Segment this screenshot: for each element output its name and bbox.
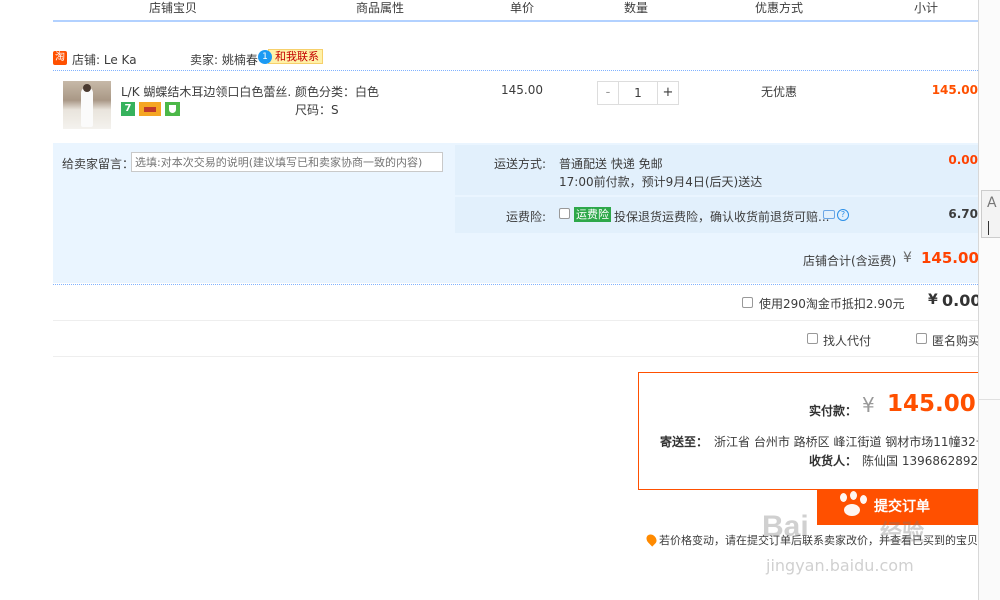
shop-total-value: 145.00 — [921, 249, 979, 267]
proxy-pay-checkbox[interactable] — [807, 333, 818, 344]
receiver-info: 陈仙国 13968628921 — [862, 454, 986, 468]
shipping-label: 运送方式: — [494, 157, 547, 171]
watermark-url: jingyan.baidu.com — [766, 556, 914, 575]
shipping-cost: 0.00 — [948, 153, 978, 167]
watermark-brand-cn: 经验 — [880, 521, 925, 546]
discount-method: 无优惠 — [760, 85, 797, 99]
shop-total-label: 店铺合计(含运费) — [803, 254, 897, 268]
credit-card-icon[interactable] — [139, 102, 161, 116]
coin-divider — [53, 320, 988, 321]
insurance-tag: 运费险 — [574, 207, 611, 222]
payment-summary — [638, 372, 988, 490]
product-thumbnail[interactable] — [63, 81, 111, 129]
column-header-attributes: 商品属性 — [355, 1, 404, 15]
remark-input[interactable] — [131, 152, 443, 172]
insurance-checkbox[interactable] — [559, 208, 570, 219]
pay-amount: 145.00 — [887, 391, 976, 417]
anonymous-label: 匿名购买 — [932, 334, 981, 348]
column-header-price: 单价 — [509, 1, 534, 15]
coin-value: 0.00 — [942, 291, 982, 310]
quantity-input[interactable]: 1 — [618, 82, 658, 104]
proxy-pay-label: 找人代付 — [823, 334, 872, 348]
seven-day-return-icon[interactable]: 7 — [121, 102, 135, 116]
contact-seller-button[interactable]: 1 和我联系 — [258, 48, 323, 65]
location-pin-icon — [644, 532, 659, 547]
help-icon[interactable]: ? — [837, 209, 849, 221]
insurance-cost: 6.70 — [948, 207, 978, 221]
shop-name[interactable]: 店铺: Le Ka — [72, 51, 137, 68]
side-tab[interactable]: A — [981, 190, 1000, 238]
coin-currency: ¥ — [928, 292, 938, 308]
wangwang-icon: 1 — [258, 49, 272, 64]
anonymous-checkbox[interactable] — [916, 333, 927, 344]
watermark-brand: Bai — [762, 510, 809, 543]
attr-color: 颜色分类：白色 — [295, 85, 380, 99]
remark-label: 给卖家留言： — [62, 157, 135, 171]
product-title-link[interactable]: L/K 蝴蝶结木耳边领口白色蕾丝... — [121, 83, 291, 100]
shipping-address: 浙江省 台州市 路桥区 峰江街道 钢材市场11幢32号 — [714, 435, 988, 449]
pay-label: 实付款： — [809, 404, 858, 418]
column-header-subtotal: 小计 — [913, 1, 938, 15]
insurance-label: 运费险: — [506, 210, 547, 224]
address-label: 寄送至： — [660, 435, 709, 449]
consumer-protection-icon[interactable] — [165, 102, 180, 116]
pay-currency: ¥ — [862, 393, 875, 417]
column-header-quantity: 数量 — [623, 1, 648, 15]
quantity-decrease-button[interactable]: - — [598, 82, 618, 104]
options-divider — [53, 356, 988, 357]
attr-size: 尺码：S — [295, 103, 339, 117]
shop-total-currency: ¥ — [903, 250, 912, 266]
price-change-note: 若价格变动，请在提交订单后联系卖家改价，并查看已买到的宝贝 — [659, 534, 978, 547]
taobao-shop-icon: 淘 — [53, 51, 67, 65]
baidu-paw-icon — [838, 491, 872, 519]
column-header-discount: 优惠方式 — [754, 1, 803, 15]
coin-checkbox[interactable] — [742, 297, 753, 308]
contact-seller-label: 和我联系 — [268, 49, 323, 64]
seller-name: 卖家: 姚楠春 — [190, 53, 258, 67]
total-divider — [53, 284, 988, 285]
side-tab-glyph: A — [987, 195, 997, 211]
shipping-method[interactable]: 普通配送 快递 免邮 — [559, 155, 663, 172]
item-subtotal: 145.00 — [931, 83, 978, 97]
shop-divider — [53, 70, 988, 71]
quantity-stepper: - 1 + — [597, 81, 679, 105]
shipping-eta: 17:00前付款，预计9月4日(后天)送达 — [559, 175, 763, 189]
column-header-shop-item: 店铺宝贝 — [148, 1, 197, 15]
receiver-label: 收货人： — [809, 454, 858, 468]
coin-deduction-label: 使用290淘金币抵扣2.90元 — [759, 297, 905, 311]
insurance-description: 投保退货运费险，确认收货前退货可赔... — [614, 210, 830, 224]
order-confirm-page: { "columns": ["店铺宝贝", "商品属性", "单价", "数量"… — [0, 0, 1000, 600]
header-divider — [53, 20, 988, 22]
unit-price: 145.00 — [501, 83, 543, 97]
chat-icon[interactable] — [823, 210, 835, 219]
quantity-increase-button[interactable]: + — [658, 82, 678, 104]
side-scrollbar[interactable]: A — [978, 0, 1000, 600]
